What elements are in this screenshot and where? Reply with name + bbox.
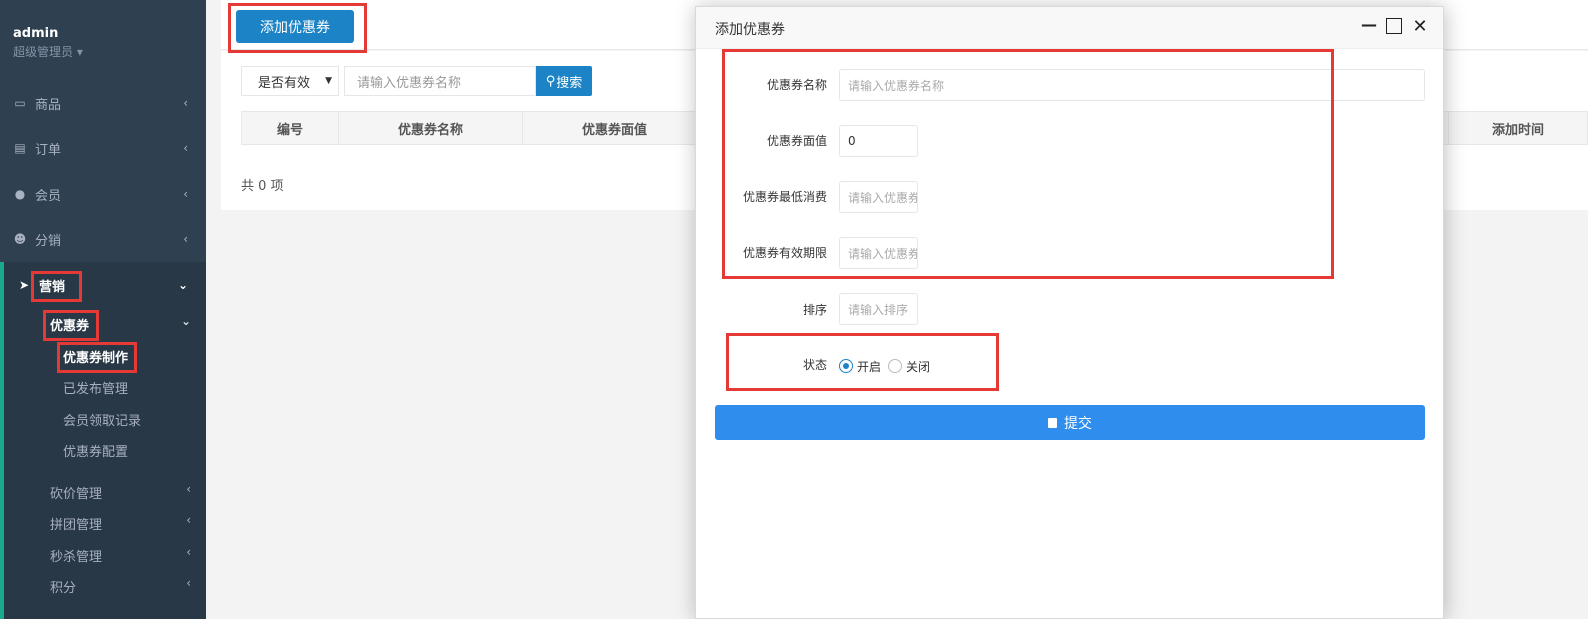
chevron-left-icon: ‹ — [186, 545, 191, 559]
modal-header: 添加优惠券 — ✕ — [696, 7, 1443, 49]
sidebar-item-coupon-records[interactable]: 会员领取记录 — [63, 410, 141, 429]
user-profile[interactable]: admin 超级管理员 ▾ — [13, 26, 83, 60]
modal-title: 添加优惠券 — [715, 22, 785, 38]
paper-plane-icon: ➤ — [18, 278, 30, 292]
chevron-down-icon: ⌄ — [180, 314, 191, 328]
sidebar-item-group-buy[interactable]: 拼团管理 — [50, 514, 102, 533]
valid-filter-select[interactable]: 是否有效 ▼ — [241, 66, 339, 96]
highlight-box — [726, 333, 999, 391]
highlight-box — [722, 49, 1334, 279]
sidebar-item-goods[interactable]: ▭ 商品 ‹ — [0, 93, 206, 113]
sidebar-item-flash-sale[interactable]: 秒杀管理 — [50, 546, 102, 565]
sidebar-item-orders[interactable]: ▤ 订单 ‹ — [0, 138, 206, 158]
minimize-icon[interactable]: — — [1360, 15, 1378, 34]
maximize-icon[interactable] — [1386, 18, 1402, 34]
file-icon: ▤ — [14, 141, 26, 155]
user-icon: ● — [14, 187, 26, 201]
chevron-left-icon: ‹ — [186, 482, 191, 496]
submit-icon — [1048, 417, 1057, 428]
search-input[interactable]: 请输入优惠券名称 — [344, 66, 536, 96]
chevron-left-icon: ‹ — [183, 96, 188, 110]
column-header[interactable]: 优惠券面值 — [523, 112, 707, 144]
caret-down-icon: ▼ — [325, 76, 332, 86]
highlight-box — [228, 3, 367, 53]
laptop-icon: ▭ — [14, 96, 26, 110]
users-icon: ☻ — [13, 232, 27, 246]
caret-down-icon: ▾ — [76, 45, 83, 59]
chevron-left-icon: ‹ — [183, 141, 188, 155]
field-label: 排序 — [802, 303, 827, 317]
submit-button[interactable]: 提交 — [715, 405, 1425, 440]
sidebar: admin 超级管理员 ▾ ▭ 商品 ‹ ▤ 订单 ‹ ● 会员 ‹ ☻ 分销 … — [0, 0, 206, 619]
column-header[interactable]: 添加时间 — [1448, 112, 1587, 144]
chevron-left-icon: ‹ — [183, 187, 188, 201]
close-icon[interactable]: ✕ — [1411, 16, 1429, 37]
sidebar-item-coupon-config[interactable]: 优惠券配置 — [63, 441, 128, 460]
user-role[interactable]: 超级管理员 ▾ — [13, 43, 83, 60]
sort-input[interactable]: 请输入排序 — [839, 293, 918, 325]
chevron-down-icon: ⌄ — [177, 278, 188, 292]
column-header[interactable]: 优惠券名称 — [339, 112, 523, 144]
chevron-left-icon: ‹ — [183, 232, 188, 246]
highlight-box — [43, 310, 99, 341]
sidebar-item-coupon-published[interactable]: 已发布管理 — [63, 378, 128, 397]
search-button[interactable]: ⚲ 搜索 — [536, 66, 592, 96]
total-count: 共 0 项 — [241, 179, 284, 194]
sidebar-item-members[interactable]: ● 会员 ‹ — [0, 184, 206, 204]
column-header[interactable]: 编号 — [242, 112, 339, 144]
highlight-box — [31, 271, 82, 302]
sidebar-item-bargain[interactable]: 砍价管理 — [50, 483, 102, 502]
chevron-left-icon: ‹ — [186, 513, 191, 527]
sidebar-item-points[interactable]: 积分 — [50, 577, 76, 596]
sidebar-item-distribution[interactable]: ☻ 分销 ‹ — [0, 229, 206, 249]
chevron-left-icon: ‹ — [186, 576, 191, 590]
highlight-box — [57, 342, 137, 373]
search-icon: ⚲ — [545, 73, 556, 89]
user-name: admin — [13, 26, 59, 41]
